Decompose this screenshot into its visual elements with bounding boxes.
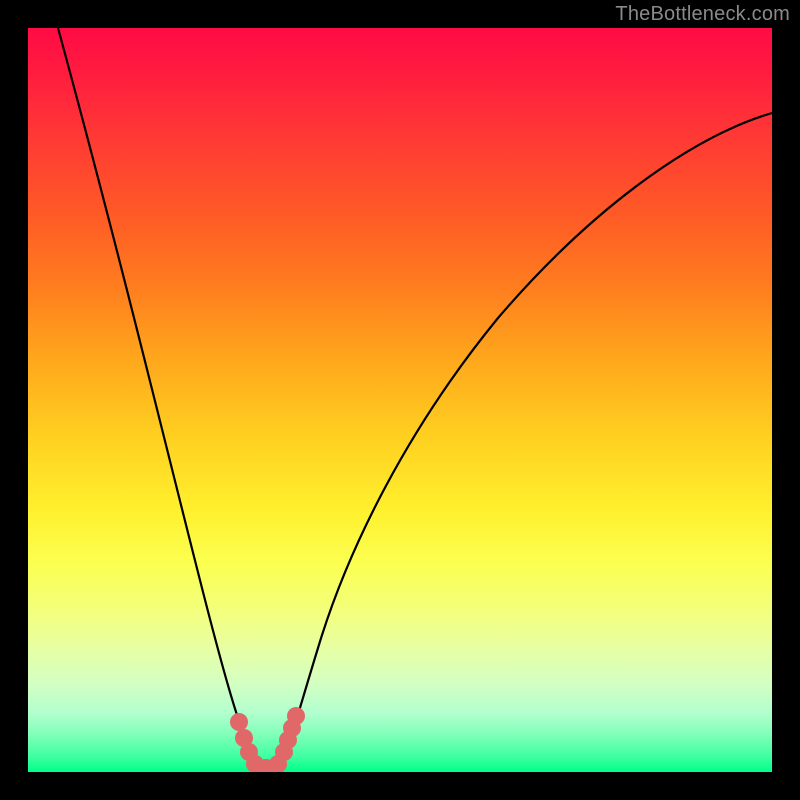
curve-marker <box>287 707 305 725</box>
chart-svg <box>28 28 772 772</box>
chart-frame: TheBottleneck.com <box>0 0 800 800</box>
curve-markers <box>230 707 305 772</box>
curve-marker <box>230 713 248 731</box>
bottleneck-curve <box>58 28 772 772</box>
plot-area <box>28 28 772 772</box>
watermark-text: TheBottleneck.com <box>615 0 790 28</box>
